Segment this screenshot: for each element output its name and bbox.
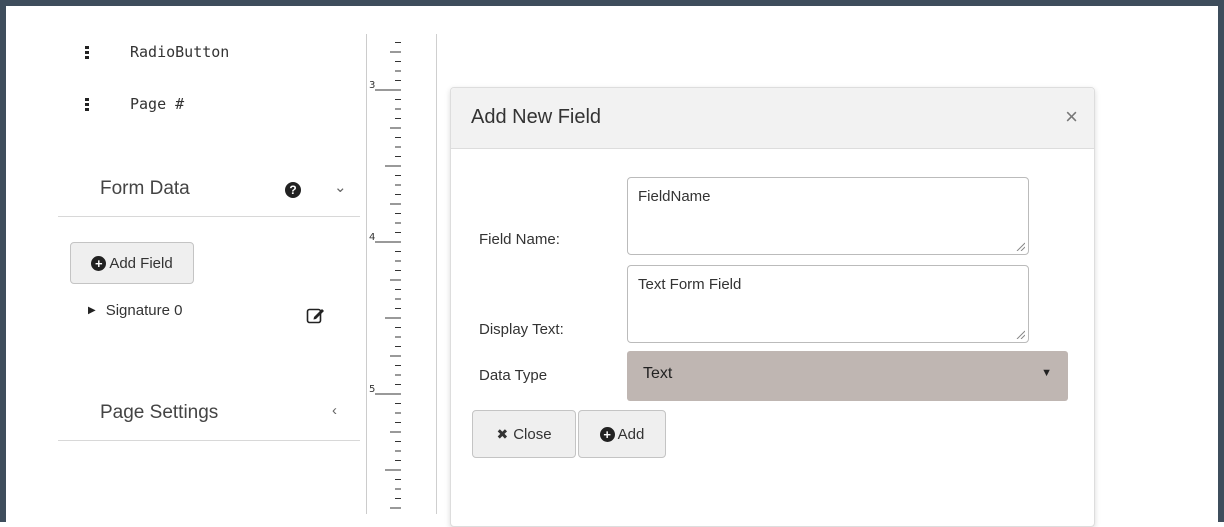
- vertical-ruler: 3 4 5: [366, 34, 401, 514]
- expand-triangle-icon[interactable]: ▶: [88, 305, 96, 316]
- edit-icon[interactable]: [306, 306, 326, 324]
- close-button[interactable]: ✖ Close: [472, 410, 576, 458]
- toolbox-item-radiobutton[interactable]: RadioButton: [80, 40, 229, 64]
- question-circle-icon[interactable]: ?: [285, 182, 301, 198]
- form-data-title: Form Data: [100, 178, 190, 199]
- page-divider: [436, 34, 437, 514]
- close-icon[interactable]: ×: [1065, 106, 1078, 128]
- data-type-select[interactable]: Text ▼: [627, 351, 1068, 401]
- display-text-input[interactable]: Text Form Field: [627, 265, 1029, 343]
- field-name-input[interactable]: FieldName: [627, 177, 1029, 255]
- display-text-label: Display Text:: [479, 321, 564, 338]
- dialog-title: Add New Field: [471, 106, 602, 128]
- display-text-value: Text Form Field: [638, 276, 742, 293]
- add-field-button[interactable]: + Add Field: [70, 242, 194, 284]
- toolbox-item-label: Page #: [130, 95, 185, 113]
- caret-down-icon: ▼: [1041, 367, 1052, 379]
- chevron-left-icon[interactable]: ‹: [332, 402, 337, 419]
- plus-circle-icon: +: [599, 426, 615, 442]
- add-new-field-dialog: Add New Field × Field Name: FieldName Di…: [450, 87, 1095, 527]
- field-name-value: FieldName: [638, 188, 711, 205]
- page-settings-title: Page Settings: [100, 402, 219, 423]
- field-list-item[interactable]: ▶ Signature 0: [88, 302, 182, 319]
- page-settings-section-header[interactable]: Page Settings ‹: [58, 392, 360, 441]
- plus-circle-icon: +: [91, 255, 107, 271]
- add-button[interactable]: + Add: [578, 410, 666, 458]
- add-button-label: Add: [617, 425, 645, 443]
- field-item-label: Signature 0: [105, 302, 183, 319]
- resize-grip-icon[interactable]: [1016, 330, 1025, 339]
- form-data-section-header[interactable]: Form Data ? ⌄: [58, 168, 360, 217]
- data-type-label: Data Type: [479, 367, 548, 384]
- toolbox-item-page-number[interactable]: Page #: [80, 92, 184, 116]
- field-name-label: Field Name:: [479, 231, 560, 248]
- drag-handle-icon[interactable]: [80, 44, 96, 60]
- ruler-label: 4: [369, 232, 375, 243]
- add-field-label: Add Field: [109, 254, 173, 272]
- drag-handle-icon[interactable]: [80, 96, 96, 112]
- dialog-header: Add New Field ×: [451, 88, 1094, 149]
- chevron-down-icon[interactable]: ⌄: [334, 178, 347, 196]
- ruler-label: 5: [369, 384, 375, 395]
- ruler-ticks: 3 4 5: [369, 42, 401, 509]
- ruler-label: 3: [369, 80, 375, 91]
- data-type-selected-value: Text: [643, 365, 673, 382]
- close-button-label: Close: [513, 425, 552, 443]
- toolbox-item-label: RadioButton: [130, 43, 230, 61]
- resize-grip-icon[interactable]: [1016, 242, 1025, 251]
- x-icon: ✖: [496, 425, 509, 442]
